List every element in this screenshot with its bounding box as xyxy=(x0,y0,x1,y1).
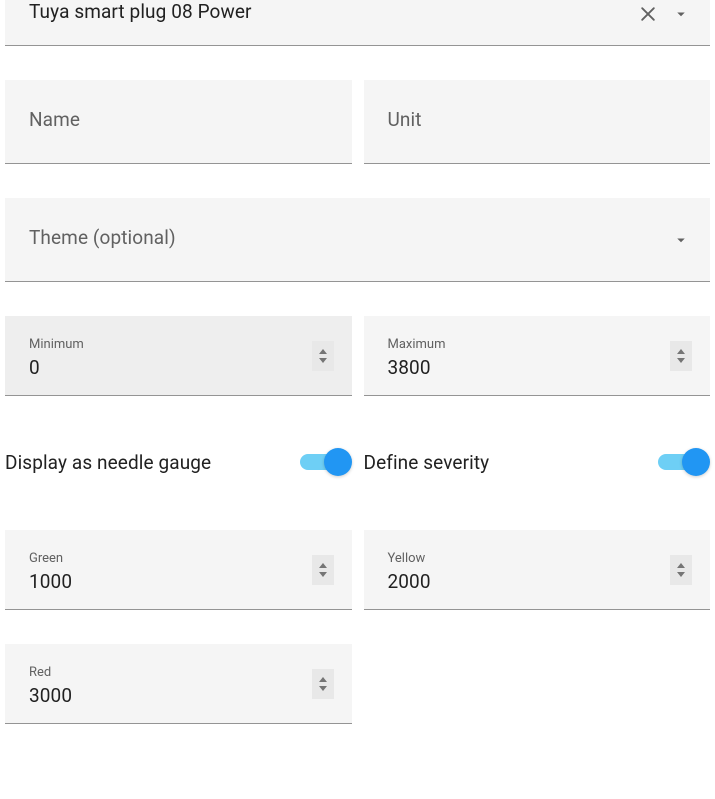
name-placeholder: Name xyxy=(29,108,328,131)
yellow-value: 2000 xyxy=(388,570,661,593)
red-stepper[interactable] xyxy=(312,669,334,699)
theme-placeholder: Theme (optional) xyxy=(29,226,686,249)
maximum-label: Maximum xyxy=(388,337,661,352)
unit-placeholder: Unit xyxy=(388,108,687,131)
green-value: 1000 xyxy=(29,570,302,593)
red-value: 3000 xyxy=(29,684,302,707)
green-field[interactable]: Green 1000 xyxy=(5,530,352,610)
minimum-field[interactable]: Minimum 0 xyxy=(5,316,352,396)
define-severity-label: Define severity xyxy=(364,451,490,474)
minimum-label: Minimum xyxy=(29,337,302,352)
minimum-value: 0 xyxy=(29,356,302,379)
chevron-down-icon[interactable] xyxy=(672,5,690,23)
clear-icon[interactable] xyxy=(638,4,658,24)
maximum-stepper[interactable] xyxy=(670,341,692,371)
name-field[interactable]: Name xyxy=(5,80,352,164)
red-label: Red xyxy=(29,665,302,680)
needle-gauge-label: Display as needle gauge xyxy=(5,451,211,474)
green-stepper[interactable] xyxy=(312,555,334,585)
yellow-stepper[interactable] xyxy=(670,555,692,585)
green-label: Green xyxy=(29,551,302,566)
yellow-field[interactable]: Yellow 2000 xyxy=(364,530,711,610)
chevron-down-icon[interactable] xyxy=(672,231,690,249)
define-severity-toggle[interactable] xyxy=(658,448,710,476)
maximum-value: 3800 xyxy=(388,356,661,379)
entity-select[interactable]: Tuya smart plug 08 Power xyxy=(5,0,710,46)
minimum-stepper[interactable] xyxy=(312,341,334,371)
red-field[interactable]: Red 3000 xyxy=(5,644,352,724)
entity-value: Tuya smart plug 08 Power xyxy=(29,0,686,23)
unit-field[interactable]: Unit xyxy=(364,80,711,164)
theme-select[interactable]: Theme (optional) xyxy=(5,198,710,282)
needle-gauge-toggle[interactable] xyxy=(300,448,352,476)
maximum-field[interactable]: Maximum 3800 xyxy=(364,316,711,396)
yellow-label: Yellow xyxy=(388,551,661,566)
